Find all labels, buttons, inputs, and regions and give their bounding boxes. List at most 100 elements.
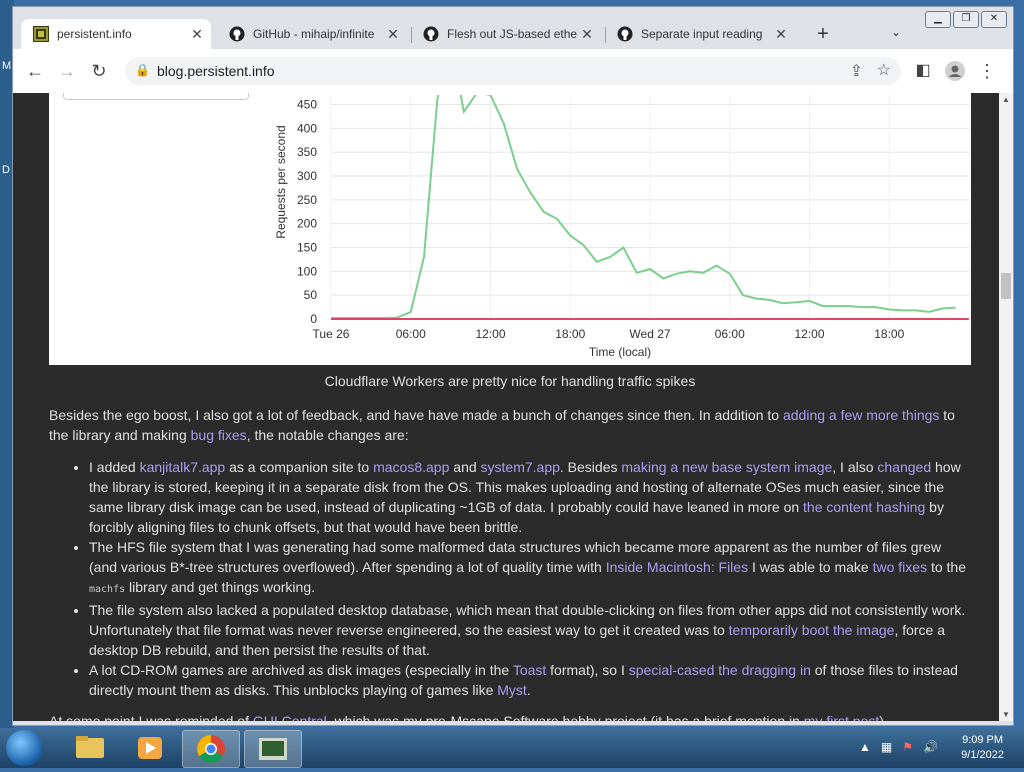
toast-link[interactable]: Toast bbox=[513, 662, 546, 678]
y-tick-label: 50 bbox=[304, 288, 318, 302]
taskbar-clock[interactable]: 9:09 PM 9/1/2022 bbox=[961, 733, 1004, 763]
browser-toolbar: ← → ↻ 🔒 blog.persistent.info ⇪ ☆ ◧ ⋮ bbox=[13, 49, 1013, 93]
scroll-thumb[interactable] bbox=[1001, 273, 1011, 299]
first-post-link[interactable]: my first post bbox=[804, 713, 879, 721]
tab-title: Flesh out JS-based ether bbox=[447, 27, 577, 41]
y-tick-label: 250 bbox=[297, 193, 317, 207]
dragging-link[interactable]: special-cased the dragging in bbox=[629, 662, 811, 678]
x-tick-label: 18:00 bbox=[555, 327, 585, 341]
app-taskbar-button[interactable] bbox=[244, 730, 302, 768]
network-icon[interactable]: ▦ bbox=[881, 740, 892, 754]
y-tick-label: 0 bbox=[310, 312, 317, 326]
bug-fixes-link[interactable]: bug fixes bbox=[191, 427, 247, 443]
start-button[interactable] bbox=[6, 730, 42, 766]
machfs-code: machfs bbox=[89, 584, 126, 595]
macos8-link[interactable]: macos8.app bbox=[373, 459, 449, 475]
x-tick-label: Tue 26 bbox=[313, 327, 350, 341]
tab-title: Separate input reading bbox=[641, 27, 763, 41]
url-text: blog.persistent.info bbox=[157, 63, 275, 79]
tab-github-infinite[interactable]: GitHub - mihaip/infinite ✕ bbox=[217, 19, 407, 49]
scroll-up-icon[interactable]: ▲ bbox=[1002, 95, 1010, 104]
explorer-taskbar-button[interactable] bbox=[62, 730, 118, 766]
y-axis-label: Requests per second bbox=[274, 125, 288, 238]
new-tab-button[interactable]: + bbox=[811, 23, 835, 46]
tab-title: persistent.info bbox=[57, 27, 132, 41]
chart-svg: 0 50 100 150 200 250 300 350 400 450 Tue 26 06:00 12… bbox=[274, 95, 969, 359]
x-tick-label: 12:00 bbox=[475, 327, 505, 341]
gui-central-link[interactable]: GUI Central bbox=[253, 713, 327, 721]
article-body: Besides the ego boost, I also got a lot … bbox=[49, 405, 969, 700]
system-tray: ▲ ▦ ⚑ 🔊 bbox=[859, 740, 938, 754]
changed-link[interactable]: changed bbox=[877, 459, 931, 475]
y-tick-label: 100 bbox=[297, 264, 317, 278]
series-line-requests bbox=[331, 95, 956, 319]
close-tab-icon[interactable]: ✕ bbox=[577, 26, 597, 43]
list-item: The HFS file system that I was generatin… bbox=[89, 537, 969, 600]
menu-kebab-icon[interactable]: ⋮ bbox=[975, 59, 999, 83]
x-tick-label: 18:00 bbox=[874, 327, 904, 341]
y-tick-label: 150 bbox=[297, 241, 317, 255]
chrome-taskbar-button[interactable] bbox=[182, 730, 240, 768]
y-tick-label: 400 bbox=[297, 121, 317, 135]
x-tick-label: 06:00 bbox=[715, 327, 745, 341]
tab-flesh-out[interactable]: Flesh out JS-based ether ✕ bbox=[411, 19, 601, 49]
boot-image-link[interactable]: temporarily boot the image bbox=[729, 622, 895, 638]
list-item: A lot CD-ROM games are archived as disk … bbox=[89, 660, 969, 700]
adding-things-link[interactable]: adding a few more things bbox=[783, 407, 939, 423]
folder-icon bbox=[76, 736, 104, 758]
forward-icon[interactable]: → bbox=[55, 59, 79, 83]
tab-persistent[interactable]: persistent.info ✕ bbox=[21, 19, 211, 49]
kanjitalk7-link[interactable]: kanjitalk7.app bbox=[140, 459, 226, 475]
media-player-taskbar-button[interactable] bbox=[122, 730, 178, 766]
desktop-label: D bbox=[2, 164, 10, 176]
x-axis-label: Time (local) bbox=[589, 345, 651, 359]
github-icon bbox=[423, 26, 439, 42]
bookmark-star-icon[interactable]: ☆ bbox=[877, 60, 891, 80]
close-tab-icon[interactable]: ✕ bbox=[771, 26, 791, 43]
tab-title: GitHub - mihaip/infinite bbox=[253, 27, 375, 41]
github-icon bbox=[617, 26, 633, 42]
system7-link[interactable]: system7.app bbox=[481, 459, 560, 475]
clock-date: 9/1/2022 bbox=[961, 749, 1004, 761]
reload-icon[interactable]: ↻ bbox=[87, 59, 111, 83]
tab-search-chevron-icon[interactable]: ⌄ bbox=[891, 25, 901, 39]
persistent-favicon-icon bbox=[33, 26, 49, 42]
back-icon[interactable]: ← bbox=[23, 59, 47, 83]
two-fixes-link[interactable]: two fixes bbox=[873, 559, 927, 575]
show-hidden-icons-icon[interactable]: ▲ bbox=[859, 740, 871, 754]
browser-window: ▁ ❐ ✕ persistent.info ✕ GitHub - mihaip/… bbox=[12, 6, 1014, 726]
y-tick-label: 450 bbox=[297, 98, 317, 112]
x-tick-label: 12:00 bbox=[794, 327, 824, 341]
y-tick-label: 350 bbox=[297, 145, 317, 159]
page-content: 0 50 100 150 200 250 300 350 400 450 Tue 26 06:00 12… bbox=[13, 93, 999, 721]
tab-bar: persistent.info ✕ GitHub - mihaip/infini… bbox=[21, 17, 1013, 49]
tab-separate-input[interactable]: Separate input reading ✕ bbox=[605, 19, 795, 49]
base-image-link[interactable]: making a new base system image bbox=[621, 459, 832, 475]
scroll-down-icon[interactable]: ▼ bbox=[1002, 710, 1010, 719]
figure-caption: Cloudflare Workers are pretty nice for h… bbox=[324, 373, 696, 389]
lock-icon: 🔒 bbox=[135, 63, 150, 77]
media-player-icon bbox=[138, 737, 162, 759]
close-tab-icon[interactable]: ✕ bbox=[383, 26, 403, 43]
sidebar-box bbox=[63, 93, 249, 100]
partial-paragraph: At some point I was reminded of GUI Cent… bbox=[49, 713, 888, 721]
profile-avatar-icon[interactable] bbox=[943, 59, 967, 83]
page-scrollbar[interactable]: ▲ ▼ bbox=[999, 93, 1013, 721]
action-center-icon[interactable]: ⚑ bbox=[902, 740, 913, 754]
taskbar: ▲ ▦ ⚑ 🔊 9:09 PM 9/1/2022 bbox=[0, 728, 1024, 768]
volume-icon[interactable]: 🔊 bbox=[923, 740, 938, 754]
inside-macintosh-link[interactable]: Inside Macintosh: Files bbox=[606, 559, 748, 575]
side-panel-icon[interactable]: ◧ bbox=[911, 59, 935, 83]
traffic-chart: 0 50 100 150 200 250 300 350 400 450 Tue 26 06:00 12… bbox=[49, 93, 971, 365]
terminal-app-icon bbox=[259, 738, 287, 760]
myst-link[interactable]: Myst bbox=[497, 682, 527, 698]
chrome-icon bbox=[197, 735, 225, 763]
share-icon[interactable]: ⇪ bbox=[850, 61, 863, 81]
x-tick-label: 06:00 bbox=[396, 327, 426, 341]
content-hashing-link[interactable]: the content hashing bbox=[803, 499, 925, 515]
close-tab-icon[interactable]: ✕ bbox=[187, 26, 207, 43]
list-item: I added kanjitalk7.app as a companion si… bbox=[89, 457, 969, 537]
clock-time: 9:09 PM bbox=[962, 734, 1004, 746]
changes-list: I added kanjitalk7.app as a companion si… bbox=[49, 457, 969, 700]
address-bar[interactable]: 🔒 blog.persistent.info ⇪ ☆ bbox=[125, 57, 901, 85]
